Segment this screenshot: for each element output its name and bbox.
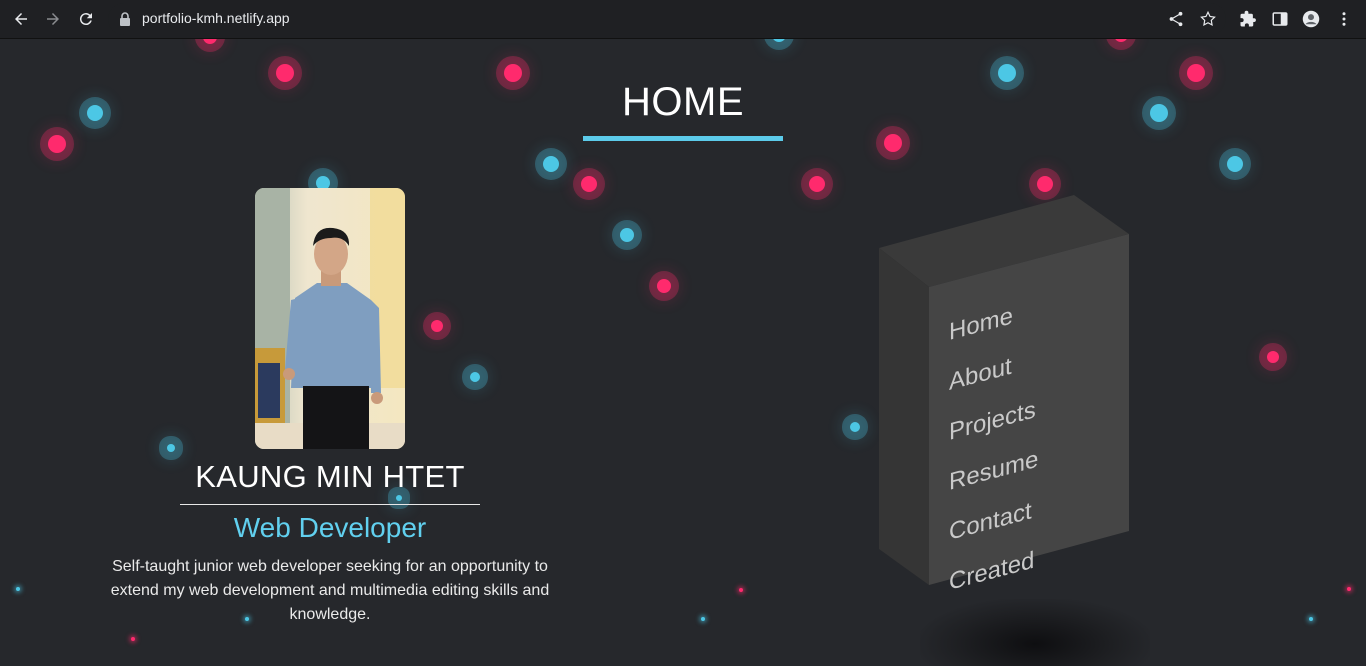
particle-pink: [1187, 64, 1205, 82]
particle-pink: [1114, 39, 1128, 42]
particle-blue: [850, 422, 860, 432]
particle-pink: [1267, 351, 1279, 363]
particle-blue: [1309, 617, 1313, 621]
puzzle-icon: [1240, 10, 1256, 27]
arrow-right-icon: [47, 13, 59, 25]
particle-blue: [701, 617, 705, 621]
particle-pink: [276, 64, 294, 82]
avatar-icon: [1302, 10, 1320, 28]
particle-pink: [48, 135, 66, 153]
menu-shadow: [920, 599, 1150, 666]
particle-blue: [470, 372, 480, 382]
particle-pink: [581, 176, 597, 192]
page-title: HOME: [622, 80, 744, 124]
star-icon: [1200, 10, 1216, 27]
name-divider: [180, 504, 480, 505]
profile-role: Web Developer: [233, 512, 427, 543]
particle-pink: [657, 279, 671, 293]
particle-blue: [167, 444, 175, 452]
profile-bio: Self-taught junior web developer seeking…: [110, 558, 550, 623]
particle-blue: [998, 64, 1016, 82]
url-text: portfolio-kmh.netlify.app: [142, 10, 290, 26]
particle-pink: [1347, 587, 1351, 591]
title-underline: [583, 136, 783, 141]
share-button[interactable]: [1164, 7, 1188, 31]
browser-toolbar: portfolio-kmh.netlify.app: [0, 0, 1366, 39]
particle-blue: [16, 587, 20, 591]
side-panel-button[interactable]: [1268, 7, 1292, 31]
more-vert-icon: [1342, 12, 1346, 26]
particle-blue: [1150, 104, 1168, 122]
extensions-button[interactable]: [1236, 7, 1260, 31]
particle-blue: [396, 495, 402, 501]
particle-blue: [87, 105, 103, 121]
profile-photo: [255, 188, 405, 449]
lock-icon: [120, 12, 130, 26]
particle-pink: [809, 176, 825, 192]
menu-box-shape: [879, 195, 1129, 585]
portfolio-page: HOME KAUNG MIN HTET Web Developer Self-t…: [0, 39, 1366, 666]
address-bar[interactable]: portfolio-kmh.netlify.app: [108, 3, 1226, 35]
menu-button[interactable]: [1332, 7, 1356, 31]
particle-blue: [772, 39, 786, 42]
reload-button[interactable]: [74, 7, 98, 31]
particle-pink: [203, 39, 217, 44]
reload-icon: [79, 13, 92, 26]
side-panel-icon: [1272, 12, 1288, 26]
particle-blue: [1227, 156, 1243, 172]
profile-button[interactable]: [1299, 7, 1323, 31]
bookmark-button[interactable]: [1196, 7, 1220, 31]
share-icon: [1169, 11, 1183, 27]
particle-blue: [543, 156, 559, 172]
particle-pink: [131, 637, 135, 641]
navigation-menu: Home About Projects Resume Contact Created: [870, 189, 1140, 599]
particle-pink: [739, 588, 743, 592]
particle-pink: [504, 64, 522, 82]
particle-blue: [620, 228, 634, 242]
back-button[interactable]: [9, 7, 33, 31]
arrow-left-icon: [15, 13, 27, 25]
particle-pink: [884, 134, 902, 152]
forward-button[interactable]: [41, 7, 65, 31]
particle-pink: [431, 320, 443, 332]
profile-name: KAUNG MIN HTET: [195, 459, 465, 494]
